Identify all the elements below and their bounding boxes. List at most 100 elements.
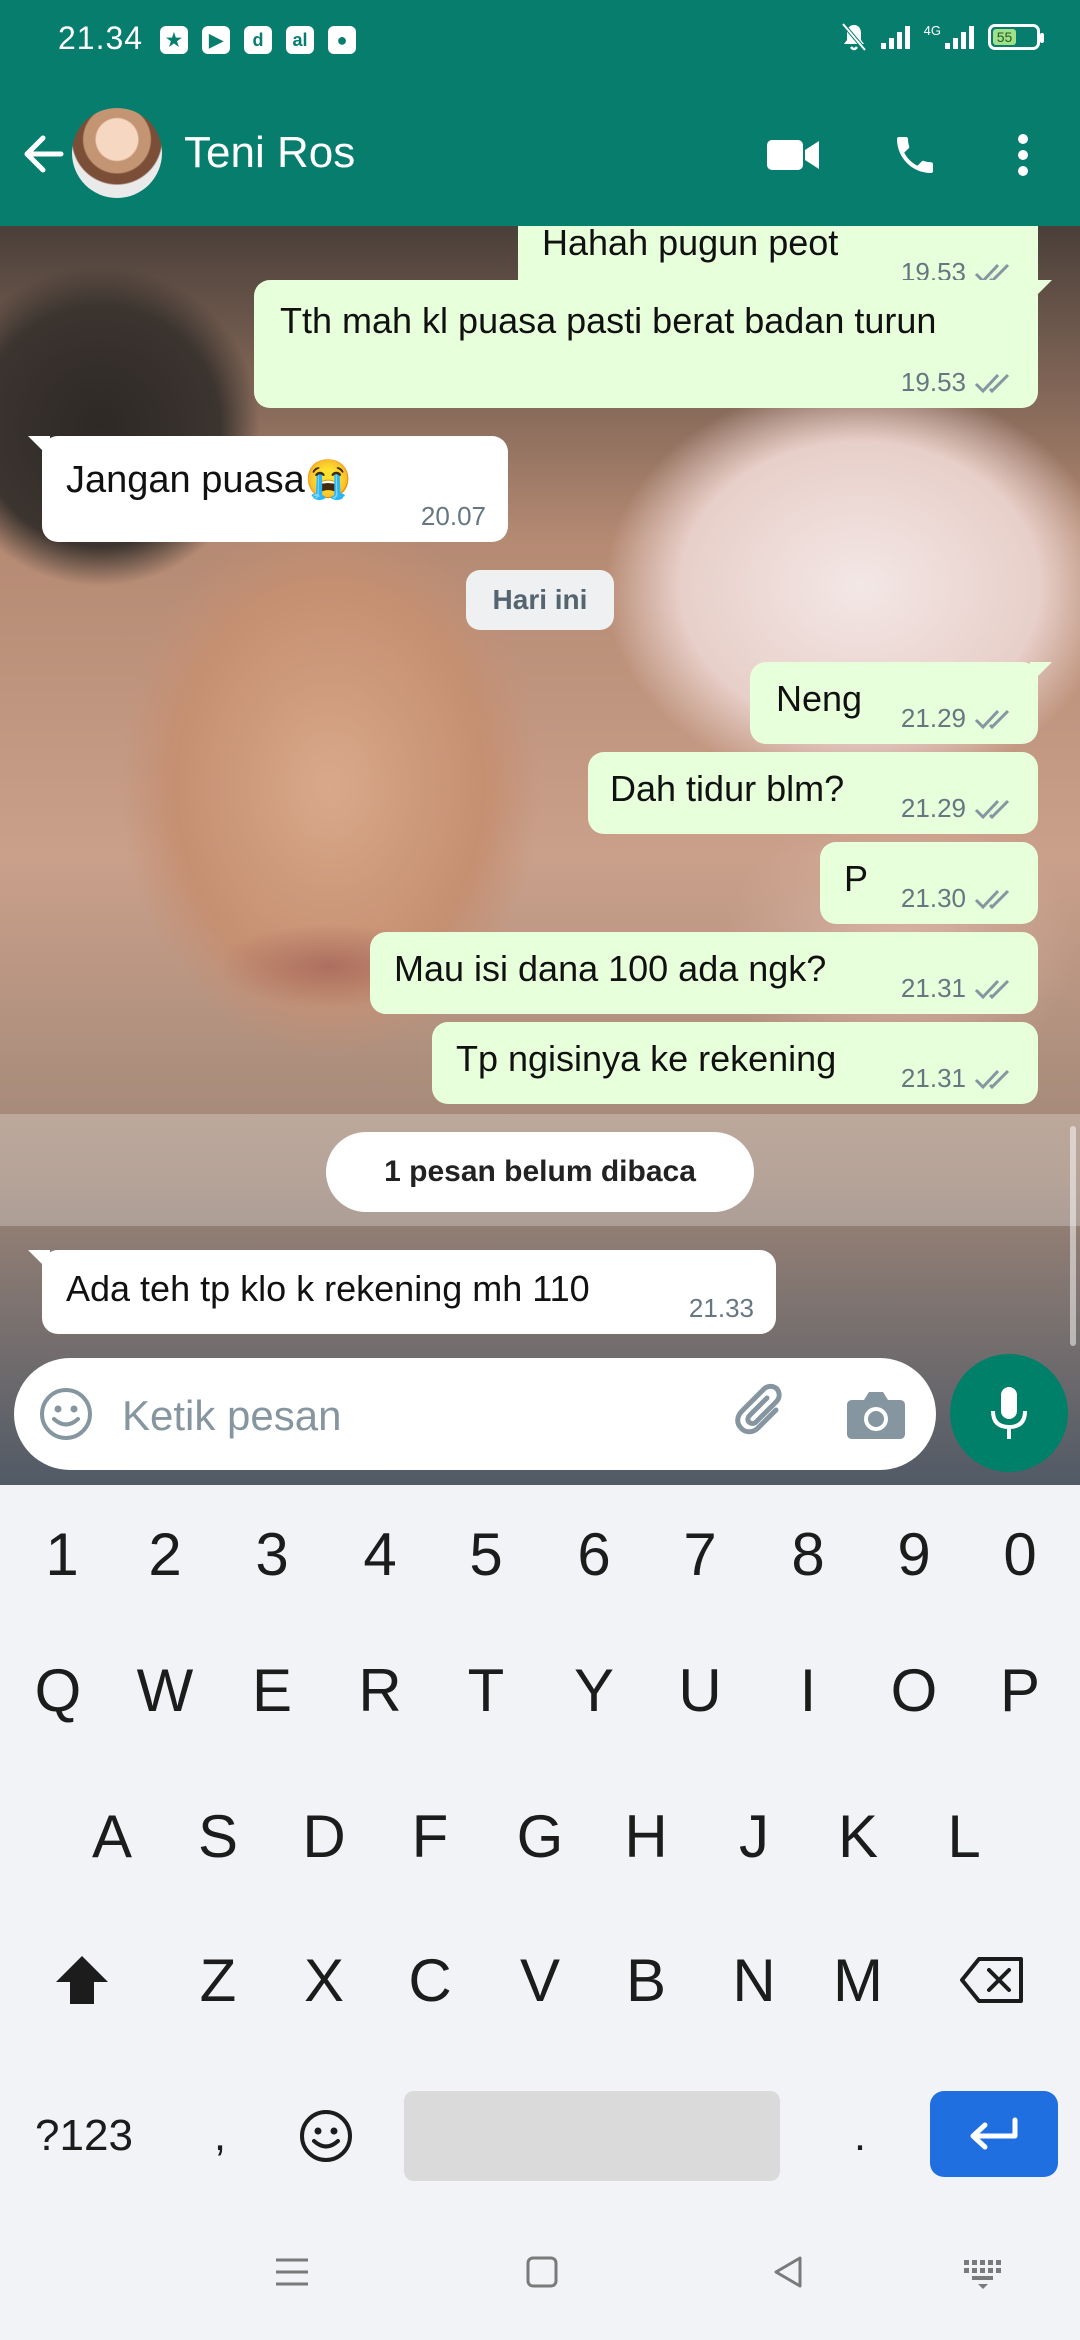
key-p[interactable]: P	[970, 1635, 1070, 1745]
battery-level: 55	[993, 29, 1017, 45]
bubble-tail	[28, 1250, 50, 1272]
enter-arrow-icon	[970, 2117, 1018, 2150]
key-f[interactable]: F	[380, 1781, 480, 1891]
key-5[interactable]: 5	[436, 1499, 536, 1609]
key-t[interactable]: T	[436, 1635, 536, 1745]
battery-icon: 55	[988, 24, 1044, 50]
video-call-button[interactable]	[758, 120, 828, 190]
key-d[interactable]: D	[274, 1781, 374, 1891]
key-7[interactable]: 7	[650, 1499, 750, 1609]
message-input-bar[interactable]: Ketik pesan	[14, 1358, 936, 1470]
microphone-icon	[991, 1387, 1027, 1439]
key-k[interactable]: K	[808, 1781, 908, 1891]
menu-icon[interactable]	[272, 2252, 312, 2292]
message-text: Jangan puasa😭	[66, 459, 353, 501]
message-bubble-outgoing[interactable]: Mau isi dana 100 ada ngk? 21.31	[370, 932, 1038, 1014]
period-key[interactable]: .	[810, 2081, 910, 2191]
message-bubble-outgoing[interactable]: Dah tidur blm? 21.29	[588, 752, 1038, 834]
video-camera-icon	[767, 140, 819, 170]
key-q[interactable]: Q	[8, 1635, 108, 1745]
chat-area[interactable]: Hahah pugun peot 19.53 Tth mah kl puasa …	[0, 226, 1080, 1485]
key-s[interactable]: S	[168, 1781, 268, 1891]
message-text: Tth mah kl puasa pasti berat badan turun	[280, 300, 937, 341]
double-check-icon	[974, 799, 1010, 819]
key-z[interactable]: Z	[168, 1925, 268, 2035]
message-bubble-outgoing[interactable]: Neng 21.29	[750, 662, 1052, 744]
key-l[interactable]: L	[914, 1781, 1014, 1891]
message-bubble-incoming[interactable]: Ada teh tp klo k rekening mh 110 21.33	[28, 1250, 776, 1334]
message-text: Ada teh tp klo k rekening mh 110	[66, 1268, 590, 1309]
message-bubble-incoming[interactable]: Jangan puasa😭 20.07	[28, 436, 508, 542]
key-9[interactable]: 9	[864, 1499, 964, 1609]
contact-avatar[interactable]	[72, 108, 162, 198]
message-text: Hahah pugun peot	[542, 226, 839, 263]
voice-call-button[interactable]	[880, 120, 950, 190]
key-e[interactable]: E	[222, 1635, 322, 1745]
key-b[interactable]: B	[596, 1925, 696, 2035]
double-check-icon	[974, 1069, 1010, 1089]
double-check-icon	[974, 709, 1010, 729]
key-0[interactable]: 0	[970, 1499, 1070, 1609]
shift-key[interactable]	[32, 1925, 132, 2035]
double-check-icon	[974, 979, 1010, 999]
key-n[interactable]: N	[704, 1925, 804, 2035]
more-options-button[interactable]	[988, 120, 1058, 190]
key-4[interactable]: 4	[330, 1499, 430, 1609]
message-time: 21.31	[900, 973, 966, 1003]
message-bubble-outgoing[interactable]: Tth mah kl puasa pasti berat badan turun…	[254, 280, 1052, 408]
message-input[interactable]: Ketik pesan	[122, 1392, 341, 1440]
key-6[interactable]: 6	[544, 1499, 644, 1609]
contact-name[interactable]: Teni Ros	[184, 128, 355, 178]
key-j[interactable]: J	[704, 1781, 804, 1891]
key-o[interactable]: O	[864, 1635, 964, 1745]
back-triangle-icon[interactable]	[768, 2252, 808, 2292]
key-w[interactable]: W	[115, 1635, 215, 1745]
key-r[interactable]: R	[330, 1635, 430, 1745]
camera-icon[interactable]	[844, 1384, 908, 1444]
message-time: 21.29	[900, 793, 966, 823]
message-meta: 21.31	[901, 973, 1016, 1004]
key-1[interactable]: 1	[12, 1499, 112, 1609]
backspace-key[interactable]	[942, 1925, 1042, 2035]
key-x[interactable]: X	[274, 1925, 374, 2035]
message-text: Dah tidur blm?	[610, 768, 845, 809]
comma-key[interactable]: ,	[170, 2081, 270, 2191]
key-v[interactable]: V	[490, 1925, 590, 2035]
message-meta: 21.31	[901, 1063, 1016, 1094]
keyboard-hide-icon[interactable]	[962, 2252, 1004, 2292]
message-bubble-outgoing[interactable]: Tp ngisinya ke rekening 21.31	[432, 1022, 1038, 1104]
notification-icons: ★ ▶ d al ●	[160, 26, 356, 54]
key-c[interactable]: C	[380, 1925, 480, 2035]
emoji-keyboard-icon	[300, 2110, 352, 2162]
message-meta: 21.33	[689, 1293, 754, 1324]
key-g[interactable]: G	[490, 1781, 590, 1891]
d-app-icon: d	[244, 26, 272, 54]
arrow-left-icon	[24, 135, 64, 173]
message-meta: 21.29	[901, 703, 1016, 734]
message-bubble-outgoing[interactable]: P 21.30	[820, 842, 1038, 924]
key-8[interactable]: 8	[758, 1499, 858, 1609]
emoji-icon[interactable]	[38, 1386, 94, 1442]
message-meta: 19.53	[901, 367, 1016, 398]
home-square-icon[interactable]	[522, 2252, 562, 2292]
message-text: Tp ngisinya ke rekening	[456, 1038, 837, 1079]
back-button[interactable]	[18, 124, 68, 184]
double-check-icon	[974, 373, 1010, 393]
key-y[interactable]: Y	[544, 1635, 644, 1745]
key-u[interactable]: U	[650, 1635, 750, 1745]
key-a[interactable]: A	[62, 1781, 162, 1891]
space-key[interactable]	[404, 2091, 780, 2181]
emoji-key[interactable]	[276, 2081, 376, 2191]
key-m[interactable]: M	[808, 1925, 908, 2035]
key-2[interactable]: 2	[115, 1499, 215, 1609]
key-h[interactable]: H	[596, 1781, 696, 1891]
key-i[interactable]: I	[758, 1635, 858, 1745]
enter-key[interactable]	[930, 2091, 1058, 2177]
message-meta: 21.30	[901, 883, 1016, 914]
attachment-paperclip-icon[interactable]	[728, 1380, 798, 1450]
voice-message-button[interactable]	[950, 1354, 1068, 1472]
chat-scrollbar[interactable]	[1070, 1126, 1076, 1346]
symbols-key[interactable]: ?123	[24, 2081, 144, 2191]
key-3[interactable]: 3	[222, 1499, 322, 1609]
message-text: Neng	[776, 678, 863, 719]
